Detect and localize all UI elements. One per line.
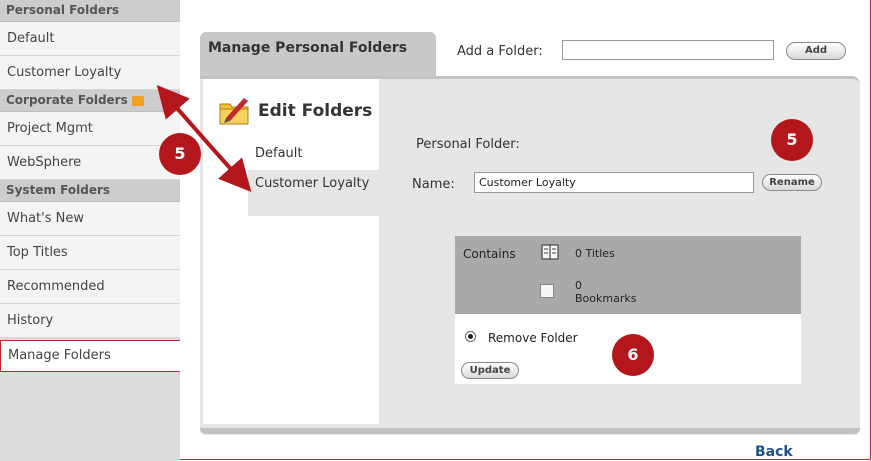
sidebar-item-whats-new[interactable]: What's New (0, 202, 180, 236)
panel-bottom-bar (200, 428, 860, 434)
remove-folder-label: Remove Folder (488, 331, 578, 345)
callout-badge: 5 (771, 119, 813, 161)
sidebar-item-default[interactable]: Default (0, 22, 180, 56)
folder-icon (131, 95, 144, 106)
add-button[interactable]: Add (786, 42, 846, 60)
callout-badge: 6 (612, 334, 654, 376)
sidebar-header-system: System Folders (0, 180, 180, 202)
add-folder-label: Add a Folder: (457, 44, 543, 59)
bookmarks-label: Bookmarks (575, 292, 637, 305)
folder-list-pane (203, 79, 379, 424)
book-icon (541, 244, 559, 260)
sidebar-header-label: Corporate Folders (6, 93, 128, 107)
contains-label: Contains (463, 247, 516, 261)
back-link[interactable]: Back (755, 444, 793, 460)
bookmark-icon (540, 284, 554, 298)
tab-label: Manage Personal Folders (208, 40, 408, 56)
folder-list-item-default[interactable]: Default (255, 146, 303, 161)
update-button[interactable]: Update (461, 362, 519, 379)
sidebar-header-personal: Personal Folders (0, 0, 180, 22)
sidebar-header-corporate: Corporate Folders (0, 90, 180, 112)
remove-folder-radio[interactable] (465, 331, 476, 342)
folder-list-item-label: Customer Loyalty (255, 176, 370, 191)
sidebar-item-manage-folders[interactable]: Manage Folders (0, 340, 180, 372)
edit-folder-icon (219, 98, 249, 125)
edit-folders-title: Edit Folders (258, 101, 373, 121)
bookmarks-count: 0 (575, 279, 582, 292)
sidebar-item-websphere[interactable]: WebSphere (0, 146, 180, 180)
personal-folder-label: Personal Folder: (416, 137, 520, 152)
folder-list-item-customer-loyalty[interactable]: Customer Loyalty (248, 170, 379, 216)
folder-name-input[interactable] (474, 172, 754, 193)
sidebar-item-top-titles[interactable]: Top Titles (0, 236, 180, 270)
rename-button[interactable]: Rename (762, 174, 822, 191)
sidebar-item-project-mgmt[interactable]: Project Mgmt (0, 112, 180, 146)
tab-manage-personal-folders[interactable]: Manage Personal Folders (200, 32, 436, 76)
sidebar-item-label: Customer Loyalty (7, 65, 122, 80)
sidebar-item-recommended[interactable]: Recommended (0, 270, 180, 304)
titles-count: 0 Titles (575, 247, 615, 260)
sidebar: Personal Folders Default Customer Loyalt… (0, 0, 180, 461)
callout-badge: 5 (159, 133, 201, 175)
sidebar-item-history[interactable]: History (0, 304, 180, 338)
sidebar-item-customer-loyalty[interactable]: Customer Loyalty (0, 56, 180, 90)
add-folder-input[interactable] (562, 40, 774, 60)
name-label: Name: (412, 177, 455, 192)
